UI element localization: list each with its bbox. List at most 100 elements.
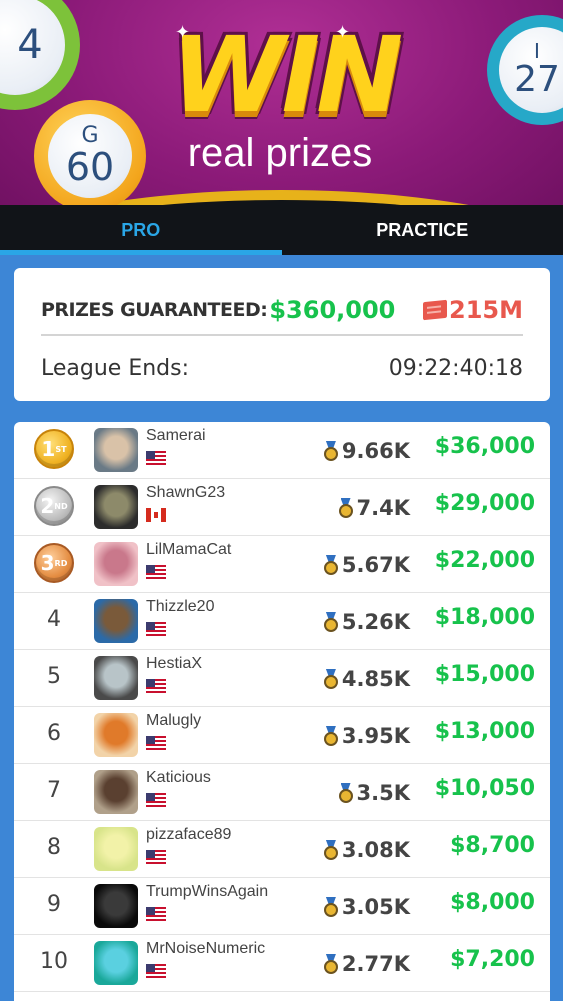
score-value: 5.67K bbox=[341, 553, 410, 577]
player-avatar[interactable] bbox=[94, 542, 138, 586]
score-value: 7.4K bbox=[356, 496, 410, 520]
medal-score-icon bbox=[323, 612, 339, 632]
player-score: 3.05K bbox=[314, 892, 410, 922]
leaderboard-row[interactable]: 9 TrumpWinsAgain 3.05K $8,000 bbox=[14, 878, 550, 935]
player-avatar[interactable] bbox=[94, 485, 138, 529]
player-score: 3.08K bbox=[314, 835, 410, 865]
rank-medal-icon: 1 ST bbox=[34, 429, 74, 469]
rank-number: 10 bbox=[40, 949, 68, 974]
player-avatar[interactable] bbox=[94, 713, 138, 757]
country-flag-icon bbox=[146, 508, 166, 522]
league-info-card: PRIZES GUARANTEED: $360,000 215M League … bbox=[14, 268, 550, 401]
leaderboard-row[interactable]: 1 ST Samerai 9.66K $36,000 bbox=[14, 422, 550, 479]
bingo-ball-number: 4 bbox=[17, 22, 43, 68]
promo-subtitle: real prizes bbox=[187, 131, 373, 175]
bingo-ball-number: 27 bbox=[514, 59, 560, 100]
medal-score-icon bbox=[323, 441, 339, 461]
player-prize: $8,700 bbox=[450, 833, 535, 858]
rank-suffix: RD bbox=[54, 558, 68, 568]
player-score: 9.66K bbox=[314, 436, 410, 466]
player-score: 4.85K bbox=[314, 664, 410, 694]
score-value: 4.85K bbox=[341, 667, 410, 691]
leaderboard-row[interactable]: 2 ND ShawnG23 7.4K $29,000 bbox=[14, 479, 550, 536]
rank-suffix: ST bbox=[55, 444, 67, 454]
score-value: 3.5K bbox=[356, 781, 410, 805]
player-name: MrNoiseNumeric bbox=[146, 940, 266, 957]
league-ends-label: League Ends: bbox=[41, 355, 190, 381]
player-prize: $13,000 bbox=[434, 719, 535, 744]
bingo-ball-gold: G 60 bbox=[34, 100, 146, 212]
leaderboard-row[interactable]: 4 Thizzle20 5.26K $18,000 bbox=[14, 593, 550, 650]
sparkle-icon: ✦ bbox=[175, 22, 191, 42]
player-name: Samerai bbox=[146, 427, 206, 444]
ticket-icon bbox=[423, 299, 448, 321]
medal-score-icon bbox=[323, 954, 339, 974]
rank-medal-icon: 3 RD bbox=[34, 543, 74, 583]
sparkle-icon: ✦ bbox=[335, 22, 351, 42]
player-name: pizzaface89 bbox=[146, 826, 232, 843]
medal-score-icon bbox=[323, 897, 339, 917]
tab-pro[interactable]: PRO bbox=[0, 205, 282, 255]
player-score: 3.95K bbox=[314, 721, 410, 751]
country-flag-icon bbox=[146, 565, 166, 579]
country-flag-icon bbox=[146, 907, 166, 921]
player-avatar[interactable] bbox=[94, 941, 138, 985]
medal-score-icon bbox=[338, 783, 354, 803]
medal-score-icon bbox=[323, 669, 339, 689]
leaderboard-row[interactable]: 7 Katicious 3.5K $10,050 bbox=[14, 764, 550, 821]
medal-score-icon bbox=[338, 498, 354, 518]
prize-label: PRIZES GUARANTEED: bbox=[41, 299, 268, 321]
player-name: ShawnG23 bbox=[146, 484, 226, 501]
player-score: 5.67K bbox=[314, 550, 410, 580]
player-name: Malugly bbox=[146, 712, 202, 729]
mode-tabs: PRO PRACTICE bbox=[0, 205, 563, 255]
player-name: HestiaX bbox=[146, 655, 203, 672]
medal-score-icon bbox=[323, 726, 339, 746]
player-avatar[interactable] bbox=[94, 656, 138, 700]
leaderboard-row[interactable]: 3 RD LilMamaCat 5.67K $22,000 bbox=[14, 536, 550, 593]
rank-number: 1 bbox=[41, 437, 56, 461]
tickets-value: 215M bbox=[449, 296, 523, 324]
country-flag-icon bbox=[146, 793, 166, 807]
leaderboard-row[interactable]: 6 Malugly 3.95K $13,000 bbox=[14, 707, 550, 764]
player-prize: $22,000 bbox=[434, 548, 535, 573]
prize-line: PRIZES GUARANTEED: $360,000 215M bbox=[41, 286, 523, 336]
player-name: TrumpWinsAgain bbox=[146, 883, 269, 900]
rank-number: 2 bbox=[40, 494, 55, 518]
leaderboard-row[interactable]: 8 pizzaface89 3.08K $8,700 bbox=[14, 821, 550, 878]
league-ends-countdown: 09:22:40:18 bbox=[388, 355, 523, 381]
player-avatar[interactable] bbox=[94, 599, 138, 643]
leaderboard-row[interactable]: 5 HestiaX 4.85K $15,000 bbox=[14, 650, 550, 707]
score-value: 3.95K bbox=[341, 724, 410, 748]
rank-number: 8 bbox=[47, 835, 61, 860]
score-value: 2.77K bbox=[341, 952, 410, 976]
country-flag-icon bbox=[146, 679, 166, 693]
player-avatar[interactable] bbox=[94, 827, 138, 871]
rank-number: 4 bbox=[47, 607, 61, 632]
medal-score-icon bbox=[323, 555, 339, 575]
player-prize: $7,200 bbox=[450, 947, 535, 972]
leaderboard: 1 ST Samerai 9.66K $36,000 2 ND ShawnG23 7… bbox=[14, 422, 550, 1001]
league-ends-line: League Ends: 09:22:40:18 bbox=[41, 346, 523, 390]
leaderboard-row[interactable]: 10 MrNoiseNumeric 2.77K $7,200 bbox=[14, 935, 550, 992]
country-flag-icon bbox=[146, 622, 166, 636]
score-value: 9.66K bbox=[341, 439, 410, 463]
rank-number: 6 bbox=[47, 721, 61, 746]
rank-number: 5 bbox=[47, 664, 61, 689]
tab-practice[interactable]: PRACTICE bbox=[282, 205, 563, 255]
country-flag-icon bbox=[146, 964, 166, 978]
bingo-ball-green: 4 bbox=[0, 0, 80, 110]
player-avatar[interactable] bbox=[94, 884, 138, 928]
player-prize: $36,000 bbox=[434, 434, 535, 459]
player-prize: $8,000 bbox=[450, 890, 535, 915]
player-avatar[interactable] bbox=[94, 770, 138, 814]
player-prize: $15,000 bbox=[434, 662, 535, 687]
country-flag-icon bbox=[146, 850, 166, 864]
country-flag-icon bbox=[146, 451, 166, 465]
promo-header: 4 I 27 WIN ✦ ✦ real prizes G 60 bbox=[0, 0, 563, 225]
tickets-count: 215M bbox=[423, 296, 523, 324]
country-flag-icon bbox=[146, 736, 166, 750]
player-avatar[interactable] bbox=[94, 428, 138, 472]
player-name: Katicious bbox=[146, 769, 211, 786]
score-value: 3.05K bbox=[341, 895, 410, 919]
